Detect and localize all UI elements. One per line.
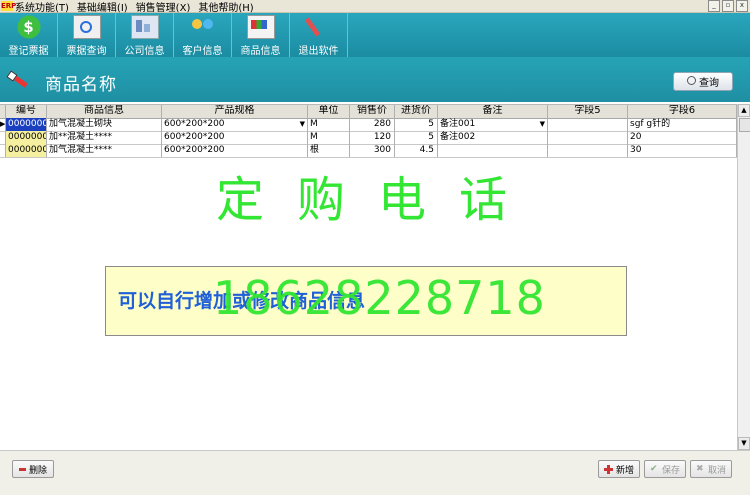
cell-code[interactable]: 00000003 (6, 144, 47, 157)
cell-field5[interactable] (548, 144, 628, 157)
cell-cost-price[interactable]: 4.5 (395, 144, 438, 157)
goods-icon (246, 15, 275, 39)
header-spec[interactable]: 产品规格 (162, 105, 308, 118)
cell-remark[interactable]: 备注002 (438, 131, 548, 144)
save-label: 保存 (661, 465, 680, 476)
company-info-label: 公司信息 (124, 46, 165, 57)
exit-label: 退出软件 (298, 46, 339, 57)
add-button[interactable]: 新增 (598, 460, 640, 478)
cell-cost-price[interactable]: 5 (395, 118, 438, 131)
customer-info-button[interactable]: 客户信息 (174, 13, 232, 57)
minus-icon (18, 467, 26, 471)
dropdown-arrow-icon[interactable]: ▼ (540, 118, 545, 130)
order-phone-title: 定购电话 (216, 172, 541, 228)
cell-remark[interactable]: 备注001 ▼ (438, 118, 548, 131)
cell-remark-value: 备注001 (440, 119, 476, 129)
page-title: 商品名称 (45, 75, 117, 95)
save-button[interactable]: ✔ 保存 (644, 460, 686, 478)
cell-spec[interactable]: 600*200*200 ▼ (162, 118, 308, 131)
cell-sale-price[interactable]: 120 (350, 131, 395, 144)
cell-cost-price[interactable]: 5 (395, 131, 438, 144)
app-logo-icon: ERP (1, 1, 17, 11)
window-controls: _ ▫ x (708, 0, 748, 12)
cell-field6[interactable]: 20 (628, 131, 737, 144)
cell-sale-price[interactable]: 300 (350, 144, 395, 157)
menu-help[interactable]: 其他帮助(H) (198, 0, 261, 14)
scroll-thumb[interactable] (739, 118, 750, 132)
vertical-scrollbar[interactable]: ▲ ▼ (737, 104, 750, 450)
cell-field6[interactable]: 30 (628, 144, 737, 157)
register-bill-label: 登记票据 (8, 46, 49, 57)
scroll-up-icon[interactable]: ▲ (738, 104, 750, 117)
minimize-icon[interactable]: _ (708, 0, 720, 12)
bottom-bar: 删除 新增 ✔ 保存 ✖ 取消 (0, 450, 750, 495)
customer-info-label: 客户信息 (182, 46, 223, 57)
cell-unit[interactable]: 根 (308, 144, 350, 157)
cell-field5[interactable] (548, 131, 628, 144)
dropdown-arrow-icon[interactable]: ▼ (300, 118, 305, 130)
cancel-button[interactable]: ✖ 取消 (690, 460, 732, 478)
pencil-icon (8, 70, 28, 90)
delete-button[interactable]: 删除 (12, 460, 54, 478)
menu-bar: ERP 系统功能(T) 基础编辑(I) 销售管理(X) 其他帮助(H) _ ▫ … (0, 0, 750, 14)
phone-number: 18628228718 (213, 271, 546, 325)
check-icon: ✔ (649, 464, 658, 474)
grid-header: 编号 商品信息 产品规格 单位 销售价 进货价 备注 字段5 字段6 (0, 104, 737, 119)
query-button-label: 查询 (699, 78, 719, 89)
cell-unit[interactable]: M (308, 118, 350, 131)
menu-basic-edit[interactable]: 基础编辑(I) (77, 0, 136, 14)
add-label: 新增 (615, 465, 634, 476)
delete-label: 删除 (28, 465, 47, 476)
exit-button[interactable]: 退出软件 (290, 13, 348, 57)
cell-code[interactable]: 00000005 (6, 131, 47, 144)
search-icon (687, 76, 696, 85)
cell-spec-value: 600*200*200 (164, 119, 225, 129)
cancel-label: 取消 (707, 465, 726, 476)
scroll-down-icon[interactable]: ▼ (738, 437, 750, 450)
header-field6[interactable]: 字段6 (628, 105, 737, 118)
cell-code[interactable]: 00000004 (6, 118, 47, 131)
cell-remark[interactable] (438, 144, 548, 157)
bill-query-button[interactable]: 票据查询 (58, 13, 116, 57)
query-button[interactable]: 查询 (673, 72, 733, 91)
company-info-button[interactable]: 公司信息 (116, 13, 174, 57)
cell-sale-price[interactable]: 280 (350, 118, 395, 131)
header-field5[interactable]: 字段5 (548, 105, 628, 118)
goods-info-button[interactable]: 商品信息 (232, 13, 290, 57)
header-sale-price[interactable]: 销售价 (350, 105, 395, 118)
table-row[interactable]: 00000005 加**混凝土**** 600*200*200 M 120 5 … (0, 131, 737, 145)
cell-field5[interactable] (548, 118, 628, 131)
main-toolbar: 登记票据 票据查询 公司信息 客户信息 商品信息 退出软件 (0, 13, 750, 57)
header-product[interactable]: 商品信息 (47, 105, 162, 118)
header-remark[interactable]: 备注 (438, 105, 548, 118)
bill-query-label: 票据查询 (66, 46, 107, 57)
table-row[interactable]: 00000003 加气混凝土**** 600*200*200 根 300 4.5… (0, 144, 737, 158)
close-icon[interactable]: x (736, 0, 748, 12)
cell-spec[interactable]: 600*200*200 (162, 144, 308, 157)
cell-field6[interactable]: sgf g针的 (628, 118, 737, 131)
header-code[interactable]: 编号 (6, 105, 47, 118)
cell-product[interactable]: 加气混凝土**** (47, 144, 162, 157)
register-bill-button[interactable]: 登记票据 (0, 13, 58, 57)
table-row[interactable]: ▶ 00000004 加气混凝土砌块 600*200*200▼ M 280 5 … (0, 118, 737, 132)
page-header: 商品名称 (0, 57, 750, 102)
header-cost-price[interactable]: 进货价 (395, 105, 438, 118)
menu-sales[interactable]: 销售管理(X) (136, 0, 199, 14)
cell-product[interactable]: 加**混凝土**** (47, 131, 162, 144)
menu-system[interactable]: 系统功能(T) (15, 0, 77, 14)
cell-product[interactable]: 加气混凝土砌块 (47, 118, 162, 131)
dollar-coin-icon (15, 15, 42, 39)
customers-icon (190, 15, 216, 39)
plus-icon (603, 464, 613, 474)
document-search-icon (72, 15, 101, 39)
cancel-x-icon: ✖ (695, 464, 704, 474)
cell-spec[interactable]: 600*200*200 (162, 131, 308, 144)
restore-icon[interactable]: ▫ (722, 0, 734, 12)
goods-info-label: 商品信息 (240, 46, 281, 57)
cell-unit[interactable]: M (308, 131, 350, 144)
exit-icon (306, 15, 332, 39)
header-unit[interactable]: 单位 (308, 105, 350, 118)
company-icon (130, 15, 159, 39)
